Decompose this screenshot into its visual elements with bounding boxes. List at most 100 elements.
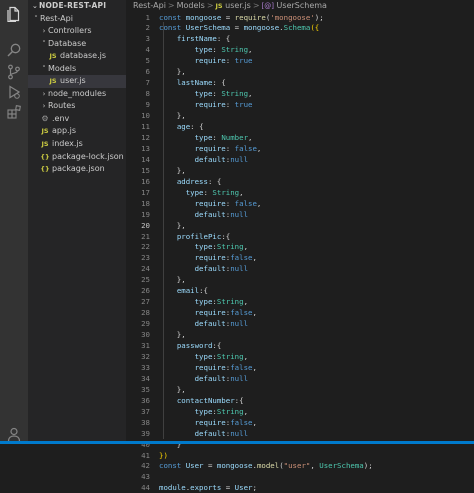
activity-bar xyxy=(0,0,28,444)
breadcrumb-separator: > xyxy=(167,1,175,10)
code-token: require xyxy=(194,198,226,208)
js-file-icon: JS xyxy=(41,140,49,148)
breadcrumb-item[interactable]: Rest-Api xyxy=(133,1,166,10)
tree-item-label: Models xyxy=(48,63,77,73)
code-token: }) xyxy=(159,450,168,460)
line-number: 38 xyxy=(141,417,150,427)
chevron-down-icon[interactable]: ˅ xyxy=(32,13,40,26)
code-line: 41}) xyxy=(126,450,474,461)
code-token: type xyxy=(185,187,204,197)
tree-folder[interactable]: › node_modules xyxy=(28,88,138,101)
run-debug-icon[interactable] xyxy=(4,82,24,102)
code-line: 18 require: false, xyxy=(126,198,474,209)
code-token: null xyxy=(230,373,249,383)
line-number: 10 xyxy=(141,111,150,121)
code-line: 27 type:String, xyxy=(126,296,474,307)
tree-item-label: package.json xyxy=(52,164,105,174)
code-token: mongoose xyxy=(185,12,222,22)
code-token: : xyxy=(212,45,222,55)
code-token: ); xyxy=(363,461,373,471)
code-line: 44 module.exports = User; xyxy=(126,482,474,493)
code-line: 24 default:null xyxy=(126,263,474,274)
breadcrumb-item[interactable]: user.js xyxy=(225,1,251,10)
code-token: null xyxy=(230,264,249,274)
tree-folder[interactable]: › Controllers xyxy=(28,25,138,38)
chevron-down-icon[interactable]: ˅ xyxy=(40,63,48,76)
breadcrumb-item[interactable]: UserSchema xyxy=(277,1,327,10)
line-number: 32 xyxy=(141,351,150,361)
chevron-right-icon[interactable]: › xyxy=(40,88,48,101)
extensions-icon[interactable] xyxy=(4,102,24,122)
tree-file[interactable]: JS app.js xyxy=(28,125,138,138)
code-token: }, xyxy=(159,330,186,340)
code-line: 29 default:null xyxy=(126,318,474,329)
search-icon[interactable] xyxy=(4,10,24,30)
code-line: 42 const User = mongoose.model("user", Us… xyxy=(126,460,474,471)
code-line: 31 password:{ xyxy=(126,340,474,351)
code-line: 17 type: String, xyxy=(126,187,474,198)
tree-file[interactable]: {} package-lock.json xyxy=(28,151,138,164)
source-control-icon[interactable] xyxy=(4,62,24,82)
tree-file[interactable]: ⚙ .env xyxy=(28,113,138,126)
chevron-down-icon[interactable]: ˅ xyxy=(40,38,48,51)
tree-file[interactable]: JS index.js xyxy=(28,138,138,151)
line-number: 16 xyxy=(141,176,150,186)
code-line: 10 }, xyxy=(126,110,474,121)
code-editor[interactable]: Rest-Api > Models > JS user.js > [@] UserSchem… xyxy=(126,0,474,492)
code-token: default xyxy=(194,373,226,383)
code-token: , xyxy=(243,242,249,252)
tree-folder[interactable]: › Routes xyxy=(28,100,138,113)
tree-folder[interactable]: ˅ Rest-Api xyxy=(28,13,130,26)
breadcrumb-item[interactable]: Models xyxy=(177,1,205,10)
line-number: 42 xyxy=(141,461,150,471)
code-token: null xyxy=(230,209,249,219)
line-number: 27 xyxy=(141,297,150,307)
code-token: profilePic xyxy=(176,231,222,241)
js-file-icon: JS xyxy=(215,2,223,10)
code-token: module xyxy=(159,483,186,493)
code-token: : xyxy=(225,56,235,66)
chevron-down-icon[interactable]: ⌄ xyxy=(31,1,39,12)
code-line: 9 require: true xyxy=(126,99,474,110)
code-token: String xyxy=(216,242,244,252)
code-token: }, xyxy=(159,111,186,121)
line-number: 43 xyxy=(141,472,150,482)
line-number: 8 xyxy=(145,89,150,99)
code-token: firstName xyxy=(176,34,217,44)
tree-file[interactable]: {} package.json xyxy=(28,163,138,176)
code-token: require xyxy=(194,56,226,66)
search-icon-button[interactable] xyxy=(4,40,24,60)
code-token: mongoose xyxy=(243,23,280,33)
code-token: , xyxy=(243,351,249,361)
code-line: 1 const mongoose = require('mongoose'); xyxy=(126,12,474,23)
chevron-right-icon[interactable]: › xyxy=(40,100,48,113)
code-token: true xyxy=(234,100,253,110)
line-number: 37 xyxy=(141,406,150,416)
chevron-right-icon[interactable]: › xyxy=(40,25,48,38)
code-token: }, xyxy=(159,275,186,285)
tree-folder[interactable]: ˅ Database xyxy=(28,38,138,51)
line-number: 44 xyxy=(141,483,150,493)
line-number: 1 xyxy=(145,12,150,22)
line-number: 6 xyxy=(145,67,150,77)
code-token: String xyxy=(212,187,240,197)
line-number: 39 xyxy=(141,428,150,438)
breadcrumb: Rest-Api > Models > JS user.js > [@] UserSchem… xyxy=(133,1,327,11)
line-number: 15 xyxy=(141,165,150,175)
code-token: : xyxy=(225,143,235,153)
code-token: UserSchema xyxy=(319,461,364,471)
code-token: type xyxy=(194,242,213,252)
code-token: :{ xyxy=(212,341,222,350)
line-number: 9 xyxy=(145,100,150,110)
tree-folder[interactable]: ˅ Models xyxy=(28,63,138,76)
